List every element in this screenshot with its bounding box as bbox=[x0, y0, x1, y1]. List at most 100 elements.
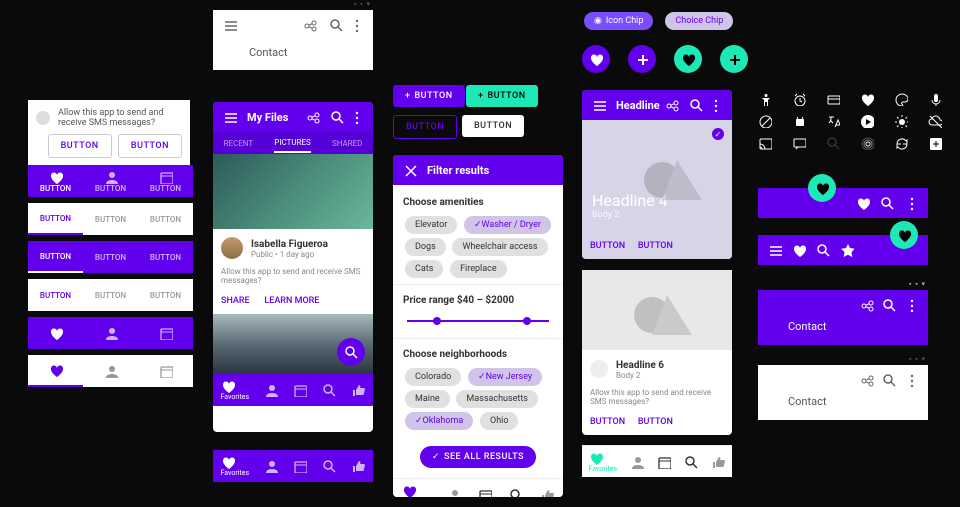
tab-shared[interactable]: SHARED bbox=[332, 139, 362, 148]
search-icon[interactable] bbox=[880, 196, 894, 210]
contained-button[interactable]: + BUTTON bbox=[393, 85, 465, 107]
seg-cell[interactable]: BUTTON bbox=[138, 203, 193, 235]
seg-cell[interactable]: BUTTON bbox=[28, 279, 83, 311]
more-icon[interactable] bbox=[904, 373, 918, 387]
menu-icon[interactable] bbox=[768, 243, 782, 257]
seg-cell[interactable] bbox=[28, 317, 83, 349]
more-icon[interactable] bbox=[349, 110, 363, 124]
menu-icon[interactable] bbox=[592, 98, 606, 112]
heart-icon[interactable] bbox=[792, 243, 806, 257]
search-icon[interactable] bbox=[882, 373, 896, 387]
window-controls[interactable]: ▪ ▪ ▾ bbox=[909, 280, 926, 288]
slider-handle[interactable] bbox=[433, 317, 441, 325]
chip[interactable]: ✓ Oklahoma bbox=[405, 412, 473, 430]
card-button[interactable]: BUTTON bbox=[638, 417, 673, 427]
snackbar-button-2[interactable]: BUTTON bbox=[118, 134, 182, 158]
add-fab-teal[interactable] bbox=[720, 45, 748, 73]
share-button[interactable]: SHARE bbox=[221, 296, 250, 306]
seg-cell[interactable]: BUTTON bbox=[138, 165, 193, 197]
slider-handle[interactable] bbox=[523, 317, 531, 325]
learn-button[interactable]: LEARN MORE bbox=[264, 296, 319, 306]
search-icon[interactable] bbox=[330, 110, 344, 124]
window-controls[interactable]: ▪ ▪ ▾ bbox=[354, 0, 371, 8]
chip[interactable]: ✓ New Jersey bbox=[468, 368, 542, 386]
nav-favorites[interactable]: Favorites bbox=[221, 379, 250, 401]
seg-cell[interactable]: BUTTON bbox=[83, 203, 138, 235]
chip-elevator[interactable]: Elevator bbox=[405, 216, 457, 234]
tab-recent[interactable]: RECENT bbox=[224, 139, 254, 148]
chip[interactable]: Colorado bbox=[405, 368, 461, 386]
card-button[interactable]: BUTTON bbox=[590, 241, 625, 251]
more-icon[interactable] bbox=[904, 196, 918, 210]
window-controls[interactable]: ▪ ▪ ▾ bbox=[909, 355, 926, 363]
search-icon[interactable] bbox=[329, 18, 343, 32]
seg-cell[interactable] bbox=[138, 317, 193, 349]
nav-thumb[interactable] bbox=[351, 383, 365, 397]
share-icon[interactable] bbox=[665, 98, 679, 112]
heart-fab-teal[interactable] bbox=[674, 45, 702, 73]
nav-favorites[interactable]: Favorites bbox=[221, 455, 250, 477]
search-fab[interactable] bbox=[337, 338, 365, 366]
chip[interactable]: Maine bbox=[405, 390, 450, 408]
chip-dogs[interactable]: Dogs bbox=[405, 238, 446, 256]
chip-fireplace[interactable]: Fireplace bbox=[450, 260, 507, 278]
nav-search[interactable] bbox=[509, 488, 523, 498]
card-button[interactable]: BUTTON bbox=[590, 417, 625, 427]
more-icon[interactable] bbox=[708, 98, 722, 112]
menu-icon[interactable] bbox=[223, 18, 237, 32]
heart-icon[interactable] bbox=[856, 196, 870, 210]
search-icon[interactable] bbox=[689, 98, 703, 112]
nav-search[interactable] bbox=[322, 383, 336, 397]
seg-cell[interactable] bbox=[28, 355, 83, 387]
nav-thumb[interactable] bbox=[711, 455, 725, 469]
chip-cats[interactable]: Cats bbox=[405, 260, 443, 278]
menu-icon[interactable] bbox=[223, 110, 237, 124]
search-icon[interactable] bbox=[816, 243, 830, 257]
tab-pictures[interactable]: PICTURES bbox=[274, 134, 311, 153]
seg-cell[interactable]: BUTTON bbox=[28, 241, 83, 273]
nav-person[interactable] bbox=[630, 455, 644, 469]
search-icon[interactable] bbox=[882, 298, 896, 312]
seg-cell[interactable]: BUTTON bbox=[83, 165, 138, 197]
close-icon[interactable] bbox=[403, 163, 417, 177]
share-icon[interactable] bbox=[303, 18, 317, 32]
icon-chip[interactable]: ◉ Icon Chip bbox=[584, 12, 653, 30]
seg-cell[interactable]: BUTTON bbox=[138, 241, 193, 273]
card-button[interactable]: BUTTON bbox=[638, 241, 673, 251]
price-slider[interactable] bbox=[407, 320, 549, 322]
seg-cell[interactable]: BUTTON bbox=[28, 203, 83, 235]
nav-person[interactable] bbox=[264, 383, 278, 397]
heart-fab[interactable] bbox=[582, 45, 610, 73]
nav-search[interactable] bbox=[322, 459, 336, 473]
seg-cell[interactable]: BUTTON bbox=[138, 279, 193, 311]
nav-thumb[interactable] bbox=[351, 459, 365, 473]
seg-cell[interactable] bbox=[83, 355, 138, 387]
nav-calendar[interactable] bbox=[657, 455, 671, 469]
star-icon[interactable] bbox=[840, 243, 854, 257]
nav-favorites[interactable]: Favorites bbox=[402, 484, 431, 498]
more-icon[interactable] bbox=[904, 298, 918, 312]
nav-person[interactable] bbox=[264, 459, 278, 473]
heart-fab[interactable] bbox=[890, 221, 918, 249]
heart-fab[interactable] bbox=[808, 174, 836, 202]
text-button[interactable]: BUTTON bbox=[462, 115, 524, 137]
nav-calendar[interactable] bbox=[293, 383, 307, 397]
seg-cell[interactable] bbox=[83, 317, 138, 349]
more-icon[interactable] bbox=[349, 18, 363, 32]
seg-cell[interactable]: BUTTON bbox=[83, 279, 138, 311]
snackbar-button-1[interactable]: BUTTON bbox=[48, 134, 112, 158]
nav-search[interactable] bbox=[684, 455, 698, 469]
add-fab[interactable] bbox=[628, 45, 656, 73]
nav-calendar[interactable] bbox=[478, 488, 492, 498]
seg-cell[interactable]: BUTTON bbox=[28, 165, 83, 197]
chip-washer[interactable]: ✓ Washer / Dryer bbox=[464, 216, 551, 234]
nav-calendar[interactable] bbox=[293, 459, 307, 473]
nav-favorites[interactable]: Favorites bbox=[589, 451, 618, 473]
seg-cell[interactable] bbox=[138, 355, 193, 387]
nav-thumb[interactable] bbox=[540, 488, 554, 498]
outlined-button[interactable]: BUTTON bbox=[393, 115, 457, 139]
seg-cell[interactable]: BUTTON bbox=[83, 241, 138, 273]
share-icon[interactable] bbox=[860, 373, 874, 387]
chip[interactable]: Ohio bbox=[480, 412, 518, 430]
choice-chip[interactable]: Choice Chip bbox=[665, 12, 733, 30]
